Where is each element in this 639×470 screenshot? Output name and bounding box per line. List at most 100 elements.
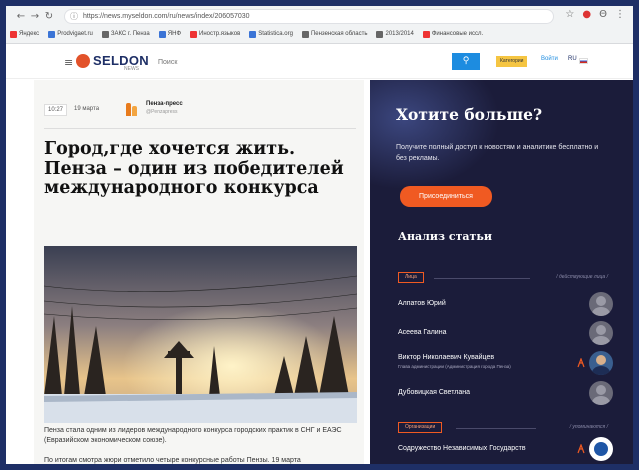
join-button[interactable]: Присоединиться <box>400 186 492 207</box>
bookmark-favicon-icon <box>101 30 109 38</box>
persons-section-header: Лица / действующие лица / <box>398 272 608 284</box>
promo-sidebar: Хотите больше? Получите полный доступ к … <box>370 80 633 464</box>
bookmark-item[interactable]: ЯНФ <box>158 30 182 38</box>
logo-subtext: NEWS <box>124 66 139 72</box>
menu-icon[interactable]: ⋮ <box>615 9 625 20</box>
bookmark-item[interactable]: ЗАКС г. Пенза <box>101 30 150 38</box>
winter-city-photo <box>44 246 357 423</box>
login-link[interactable]: Войти <box>541 56 558 62</box>
bookmark-favicon-icon <box>422 30 430 38</box>
search-icon: ⚲ <box>462 56 470 66</box>
bookmark-favicon-icon <box>301 30 309 38</box>
org-logo <box>589 437 613 461</box>
persons-tag[interactable]: Лица <box>398 272 424 283</box>
categories-button[interactable]: Категории <box>496 56 528 67</box>
profile-icon[interactable]: Θ <box>599 9 607 20</box>
avatar <box>589 321 613 345</box>
sentiment-flag-icon <box>577 358 585 368</box>
bookmark-item[interactable]: 2013/2014 <box>376 30 414 38</box>
url-text: https://news.myseldon.com/ru/news/index/… <box>83 13 250 20</box>
forward-icon[interactable]: → <box>28 10 42 24</box>
person-name[interactable]: Дубовицкая Светлана <box>398 389 470 396</box>
bookmark-favicon-icon <box>48 30 56 38</box>
article: 10:27 19 марта Пенза-пресс @Penzapress Г… <box>34 80 364 464</box>
bookmark-favicon-icon <box>158 30 166 38</box>
bookmark-favicon-icon <box>10 30 17 38</box>
address-row: ← → ↻ ⓘ https://news.myseldon.com/ru/new… <box>6 8 633 26</box>
search-input[interactable] <box>154 54 444 70</box>
person-item[interactable]: Виктор Николаевич Кувайцев Глава админис… <box>398 351 613 377</box>
russian-flag-icon <box>579 58 588 64</box>
bookmark-item[interactable]: Иностр.языков <box>190 30 241 38</box>
bookmark-label: ЗАКС г. Пенза <box>110 31 150 37</box>
bookmark-favicon-icon <box>376 30 384 38</box>
back-icon[interactable]: ← <box>14 10 28 24</box>
section-rule <box>434 278 530 279</box>
site-logo[interactable]: SELDON NEWS <box>76 52 156 72</box>
site-header: ≡ SELDON NEWS ⚲ Категории Войти RU <box>6 45 633 79</box>
sentiment-flag-icon <box>577 444 585 454</box>
bookmark-item[interactable]: Prodvigaet.ru <box>48 30 93 38</box>
article-date: 19 марта <box>74 106 100 112</box>
orgs-tag[interactable]: Организации <box>398 422 443 433</box>
article-headline: Город,где хочется жить. Пенза – один из … <box>44 139 344 198</box>
search-button[interactable]: ⚲ <box>452 53 480 70</box>
person-name[interactable]: Асеева Галина <box>398 329 446 336</box>
person-item[interactable]: Асеева Галина <box>398 321 613 347</box>
promo-title: Хотите больше? <box>396 105 543 124</box>
hamburger-menu-icon[interactable]: ≡ <box>64 56 73 69</box>
bookmark-item[interactable]: Пензенская область <box>301 30 368 38</box>
orgs-section-header: Организации / упоминаются / <box>398 422 608 434</box>
bookmark-label: Иностр.языков <box>199 31 241 37</box>
bookmark-label: ЯНФ <box>167 31 182 37</box>
language-selector[interactable]: RU <box>568 56 577 62</box>
bookmark-label: Финансовые иссл. <box>431 31 484 37</box>
url-bar[interactable]: ⓘ https://news.myseldon.com/ru/news/inde… <box>64 9 554 24</box>
bookmark-favicon-icon <box>249 30 257 38</box>
article-paragraph: По итогам смотра жюри отметило четыре ко… <box>44 457 301 464</box>
bookmark-favicon-icon <box>190 30 198 38</box>
article-photo <box>44 246 357 423</box>
photo-caption: Пенза стала одним из лидеров международн… <box>44 427 342 444</box>
publisher-logo-icon[interactable] <box>124 101 140 117</box>
avatar <box>589 351 613 375</box>
divider <box>44 128 356 129</box>
info-icon[interactable]: ⓘ <box>70 10 78 23</box>
earth-glow <box>370 80 500 190</box>
avatar <box>589 381 613 405</box>
bookmark-label: Prodvigaet.ru <box>57 31 93 37</box>
bookmark-label: Statistica.org <box>258 31 293 37</box>
promo-description: Получите полный доступ к новостям и анал… <box>396 144 599 162</box>
bookmark-label: Пензенская область <box>310 31 368 37</box>
browser-chrome: ← → ↻ ⓘ https://news.myseldon.com/ru/new… <box>6 6 633 44</box>
person-item[interactable]: Алпатов Юрий <box>398 292 613 318</box>
extension-icon[interactable]: ● <box>582 9 591 20</box>
reload-icon[interactable]: ↻ <box>42 10 56 24</box>
person-note: Глава администрации (Администрация город… <box>398 364 511 369</box>
bookmark-item[interactable]: Яндекс <box>10 30 40 38</box>
person-item[interactable]: Дубовицкая Светлана <box>398 381 613 407</box>
orgs-note: / упоминаются / <box>569 424 608 430</box>
article-time: 10:27 <box>44 104 68 116</box>
star-icon[interactable]: ☆ <box>565 9 574 20</box>
org-name[interactable]: Содружество Независимых Государств <box>398 445 526 452</box>
persons-note: / действующие лица / <box>556 274 608 280</box>
org-item[interactable]: Содружество Независимых Государств <box>398 437 613 463</box>
bookmark-item[interactable]: Финансовые иссл. <box>422 30 484 38</box>
bookmarks-bar: Яндекс Prodvigaet.ru ЗАКС г. Пенза ЯНФ Иност… <box>10 27 630 41</box>
publisher-handle: @Penzapress <box>146 109 178 115</box>
analysis-title: Анализ статьи <box>398 230 492 243</box>
section-rule <box>456 428 536 429</box>
chrome-toolbar-icons: ☆ ● Θ ⋮ <box>565 9 625 20</box>
person-name[interactable]: Виктор Николаевич Кувайцев <box>398 354 494 361</box>
person-name[interactable]: Алпатов Юрий <box>398 300 446 307</box>
publisher-name[interactable]: Пенза-пресс <box>146 101 183 107</box>
logo-mark <box>76 54 90 68</box>
screenshot-frame: ← → ↻ ⓘ https://news.myseldon.com/ru/new… <box>0 0 639 470</box>
article-meta: 10:27 19 марта Пенза-пресс @Penzapress <box>44 98 354 120</box>
avatar <box>589 292 613 316</box>
bookmark-label: 2013/2014 <box>385 31 414 37</box>
logo-text: SELDON <box>93 53 149 68</box>
bookmark-label: Яндекс <box>19 31 40 37</box>
bookmark-item[interactable]: Statistica.org <box>249 30 293 38</box>
